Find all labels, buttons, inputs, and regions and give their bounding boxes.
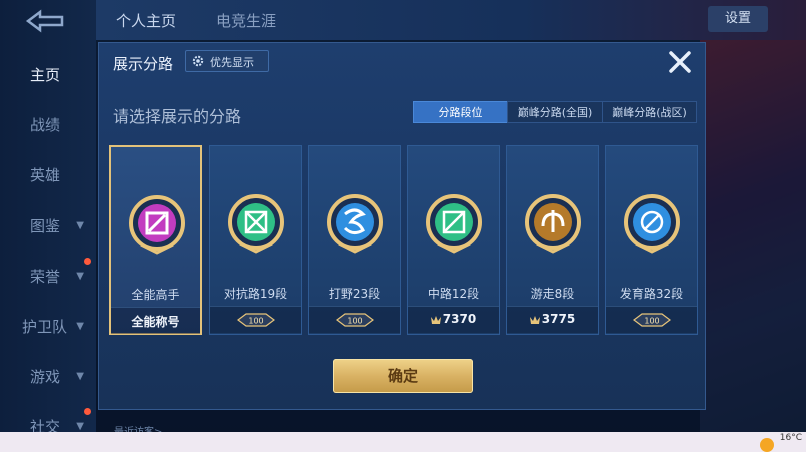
lane-name: 全能高手 — [131, 288, 180, 302]
tab-esports-career[interactable]: 电竞生涯 — [216, 10, 276, 31]
chevron-down-icon: ▼ — [76, 321, 84, 332]
notification-dot — [84, 258, 91, 265]
sidebar-item-games[interactable]: 游戏 ▼ — [0, 362, 96, 392]
rank-bar: 3775 — [507, 306, 598, 333]
rank-bar: 100 — [309, 306, 400, 333]
rank-bar: 全能称号 — [111, 307, 200, 334]
hundred-badge-icon: 100 — [633, 313, 671, 327]
sidebar-item-honor[interactable]: 荣誉 ▼ — [0, 262, 96, 292]
svg-text:100: 100 — [248, 317, 263, 326]
close-icon[interactable] — [667, 49, 693, 75]
sidebar-item-guard[interactable]: 护卫队 ▼ — [0, 312, 96, 342]
tab-profile[interactable]: 个人主页 — [116, 10, 176, 31]
lane-card[interactable]: 游走8段 3775 — [506, 145, 599, 335]
rank-bar: 100 — [606, 306, 697, 333]
dialog-subtitle: 请选择展示的分路 — [113, 107, 242, 126]
lane-card[interactable]: 打野23段 100 — [308, 145, 401, 335]
mid-lane-emblem-icon — [426, 194, 482, 254]
lane-name: 游走8段 — [530, 287, 575, 301]
rank-bar: 100 — [210, 306, 301, 333]
priority-display-button[interactable]: 优先显示 — [185, 50, 269, 72]
lane-name: 发育路32段 — [619, 287, 684, 301]
farm-lane-emblem-icon — [624, 194, 680, 254]
lane-name: 打野23段 — [328, 287, 381, 301]
rank-bar: 7370 — [408, 306, 499, 333]
tab-peak-lane-region[interactable]: 巅峰分路(战区) — [602, 101, 697, 123]
back-arrow-icon[interactable] — [22, 8, 68, 34]
lane-card[interactable]: 对抗路19段 100 — [209, 145, 302, 335]
sidebar-item-heroes[interactable]: 英雄 — [0, 160, 96, 190]
tab-peak-lane-national[interactable]: 巅峰分路(全国) — [507, 101, 603, 123]
sidebar-item-home[interactable]: 主页 — [0, 60, 96, 90]
weather-sun-icon — [760, 438, 774, 452]
gear-icon — [192, 55, 204, 67]
hundred-badge-icon: 100 — [237, 313, 275, 327]
lane-card-list: 全能高手 全能称号 对抗路19段 100 打野23段 100 中路12段 737… — [109, 145, 699, 335]
roam-emblem-icon — [525, 194, 581, 254]
chevron-down-icon: ▼ — [76, 271, 84, 282]
svg-text:100: 100 — [347, 317, 362, 326]
tab-lane-rank[interactable]: 分路段位 — [413, 101, 508, 123]
lane-card[interactable]: 发育路32段 100 — [605, 145, 698, 335]
lane-display-dialog: 展示分路 优先显示 请选择展示的分路 分路段位 巅峰分路(全国) 巅峰分路(战区… — [98, 42, 706, 410]
peak-points: 7370 — [442, 312, 477, 326]
svg-text:100: 100 — [644, 317, 659, 326]
chevron-down-icon: ▼ — [76, 371, 84, 382]
dialog-title: 展示分路 — [113, 55, 174, 73]
lane-name: 对抗路19段 — [223, 287, 288, 301]
hundred-badge-icon: 100 — [336, 313, 374, 327]
sidebar: 主页 战绩 英雄 图鉴 ▼ 荣誉 ▼ 护卫队 ▼ 游戏 ▼ 社交 ▼ — [0, 0, 96, 452]
all-round-emblem-icon — [129, 195, 185, 255]
lane-name: 中路12段 — [427, 287, 480, 301]
settings-button[interactable]: 设置 — [708, 6, 768, 32]
weather-temperature: 16°C — [779, 433, 802, 443]
taskbar — [0, 432, 806, 452]
lane-card[interactable]: 中路12段 7370 — [407, 145, 500, 335]
chevron-down-icon: ▼ — [76, 220, 84, 231]
sidebar-item-codex[interactable]: 图鉴 ▼ — [0, 211, 96, 241]
sidebar-item-records[interactable]: 战绩 — [0, 110, 96, 140]
notification-dot — [84, 408, 91, 415]
peak-points: 3775 — [541, 312, 576, 326]
top-bar: 个人主页 电竞生涯 设置 — [96, 0, 806, 40]
clash-lane-emblem-icon — [228, 194, 284, 254]
confirm-button[interactable]: 确定 — [333, 359, 473, 393]
jungle-emblem-icon — [327, 194, 383, 254]
rank-title: 全能称号 — [131, 315, 180, 329]
lane-card[interactable]: 全能高手 全能称号 — [109, 145, 202, 335]
